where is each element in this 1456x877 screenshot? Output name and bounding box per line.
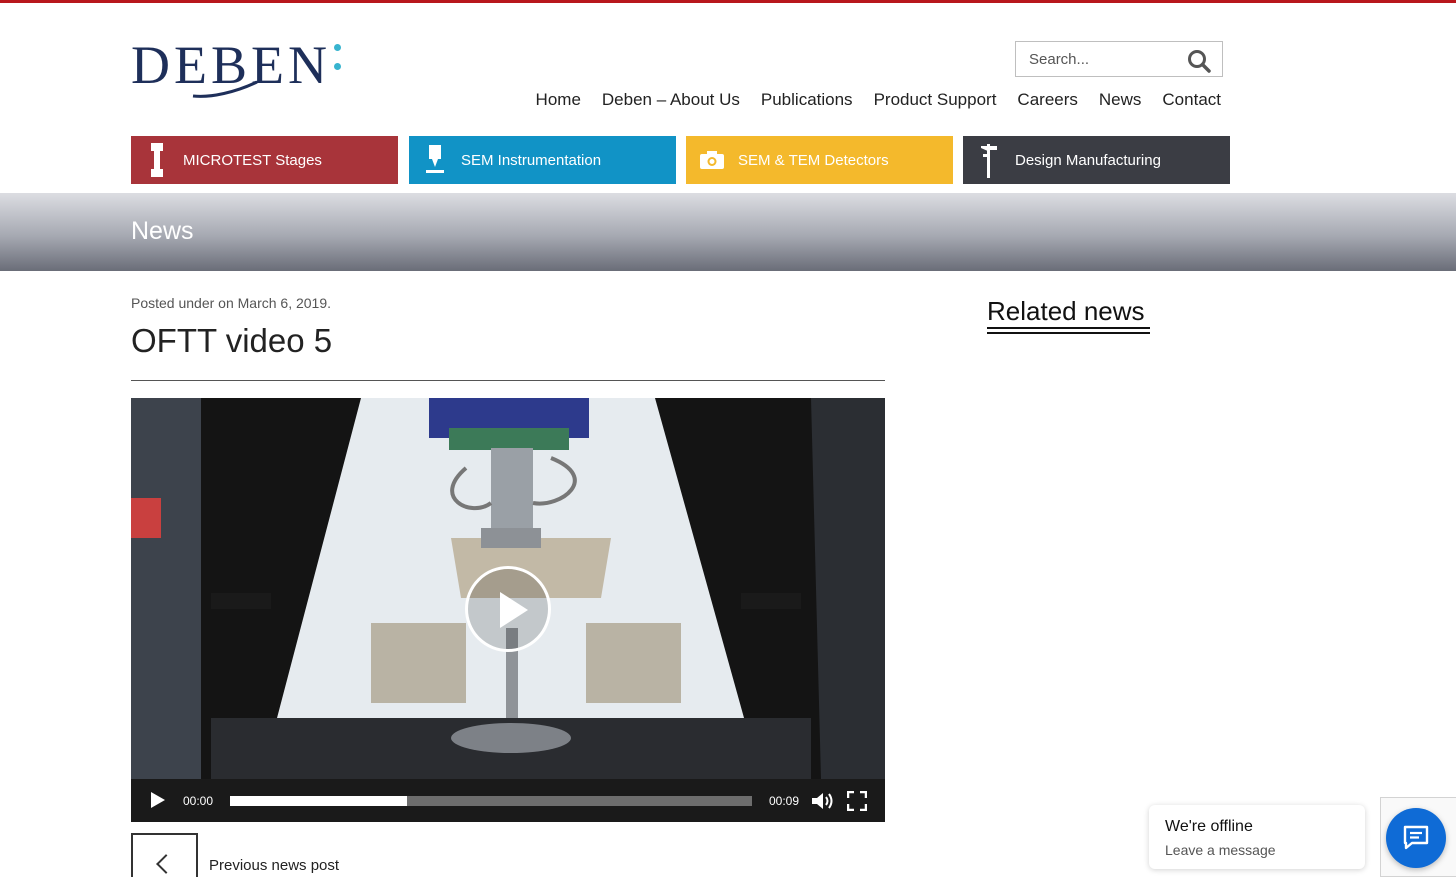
video-controls: 00:00 00:09 [131,779,885,822]
previous-post-button[interactable] [131,833,198,877]
page-title: News [131,217,194,245]
title-divider [131,380,885,381]
nav-careers[interactable]: Careers [1017,90,1077,110]
nav-contact[interactable]: Contact [1162,90,1221,110]
top-accent-bar [0,0,1456,3]
chat-launcher-button[interactable] [1386,808,1446,868]
chat-title: We're offline [1165,818,1253,835]
current-time: 00:00 [183,794,214,808]
volume-icon[interactable] [812,792,834,810]
previous-post-link[interactable]: Previous news post [209,857,339,874]
play-icon[interactable] [151,792,165,808]
search-input[interactable] [1016,42,1184,76]
category-microtest-stages[interactable]: MICROTEST Stages [131,136,398,184]
category-label: Design Manufacturing [1015,151,1161,169]
search-icon[interactable] [1186,48,1212,74]
post-title: OFTT video 5 [131,322,333,359]
nav-news[interactable]: News [1099,90,1142,110]
nav-about-us[interactable]: Deben – About Us [602,90,740,110]
heading-underline [987,327,1150,329]
duration: 00:09 [769,794,800,808]
logo-swoosh-icon [192,80,258,98]
tensile-specimen-icon [131,136,183,184]
category-sem-instrumentation[interactable]: SEM Instrumentation [409,136,676,184]
post-meta: Posted under on March 6, 2019. [131,295,332,311]
category-label: SEM Instrumentation [461,151,602,169]
related-news-heading: Related news [987,296,1145,326]
logo-dots-icon [334,44,341,82]
nav-home[interactable]: Home [536,90,581,110]
nav-product-support[interactable]: Product Support [874,90,997,110]
chat-icon [1403,825,1429,850]
fullscreen-icon[interactable] [847,791,867,811]
caliper-icon [963,136,1015,184]
category-label: MICROTEST Stages [183,151,322,169]
camera-icon [686,136,738,184]
category-design-manufacturing[interactable]: Design Manufacturing [963,136,1230,184]
category-sem-tem-detectors[interactable]: SEM & TEM Detectors [686,136,953,184]
chat-subtitle: Leave a message [1165,842,1276,858]
main-nav: Home Deben – About Us Publications Produ… [515,90,1221,110]
deben-logo[interactable]: DEBEN [131,38,351,98]
category-label: SEM & TEM Detectors [738,151,889,169]
progress-bar[interactable] [230,796,752,806]
page-banner: News [0,193,1456,271]
nav-publications[interactable]: Publications [761,90,853,110]
video-player[interactable]: 00:00 00:09 [131,398,885,822]
progress-fill [230,796,408,806]
chevron-left-icon [156,854,176,874]
search-box [1015,41,1223,77]
big-play-button[interactable] [465,566,551,652]
microscope-icon [409,136,461,184]
chat-offline-card[interactable]: We're offline Leave a message [1149,805,1365,869]
heading-underline [987,332,1150,334]
